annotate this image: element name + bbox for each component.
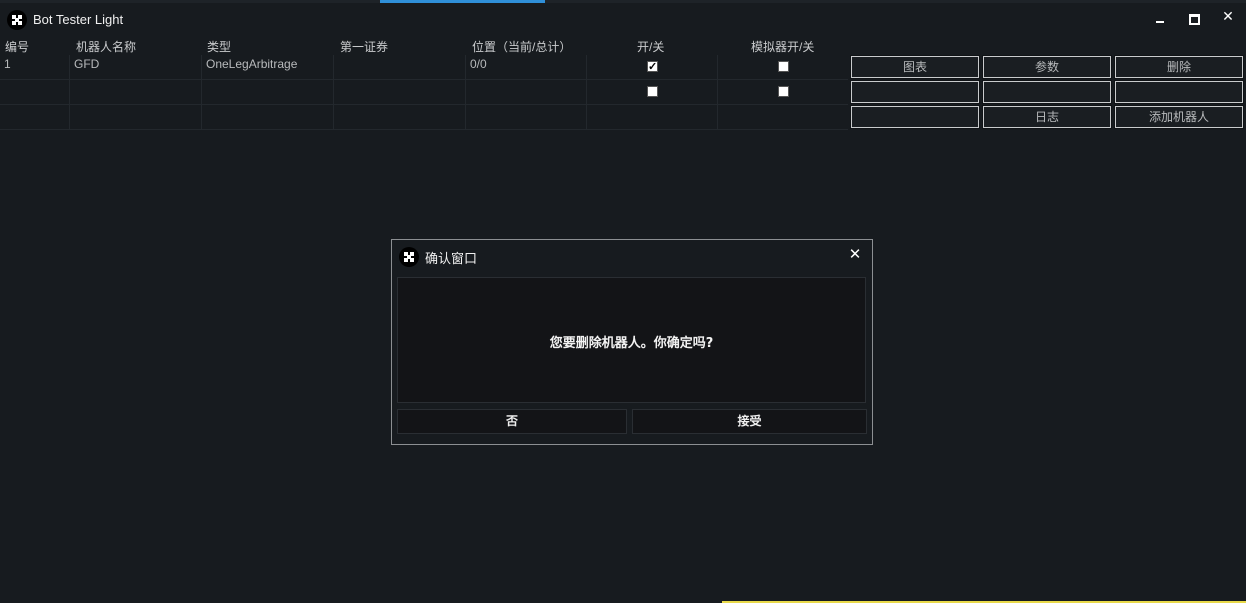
confirm-dialog[interactable]: 确认窗口 ✕ 您要删除机器人。你确定吗? 否 接受 bbox=[391, 239, 873, 445]
no-button[interactable]: 否 bbox=[397, 409, 627, 434]
on-off-checkbox[interactable] bbox=[647, 58, 658, 77]
blank-button[interactable] bbox=[850, 105, 980, 129]
cell-type: OneLegArbitrage bbox=[202, 55, 334, 79]
chart-button[interactable]: 图表 bbox=[850, 55, 980, 79]
window-titlebar[interactable]: Bot Tester Light ✕ bbox=[0, 3, 1246, 35]
minimize-button[interactable] bbox=[1148, 8, 1172, 30]
add-robot-button[interactable]: 添加机器人 bbox=[1114, 105, 1244, 129]
cell-sim-on-off bbox=[718, 55, 848, 79]
cell-name: GFD bbox=[70, 55, 202, 79]
cell-position bbox=[466, 105, 587, 129]
cell-on-off bbox=[587, 80, 718, 104]
dialog-message: 您要删除机器人。你确定吗? bbox=[549, 336, 714, 351]
app-logo-icon bbox=[7, 10, 27, 30]
cell-on-off bbox=[587, 55, 718, 79]
params-button[interactable]: 参数 bbox=[982, 55, 1112, 79]
cell-security bbox=[334, 55, 466, 79]
blank-button[interactable] bbox=[850, 80, 980, 104]
cell-type bbox=[202, 105, 334, 129]
accept-button[interactable]: 接受 bbox=[632, 409, 867, 434]
log-button[interactable]: 日志 bbox=[982, 105, 1112, 129]
delete-button[interactable]: 删除 bbox=[1114, 55, 1244, 79]
cell-name bbox=[70, 105, 202, 129]
cell-sim-on-off bbox=[718, 80, 848, 104]
col-header-name: 机器人名称 bbox=[76, 40, 137, 54]
table-row[interactable] bbox=[0, 105, 848, 130]
cell-on-off bbox=[587, 105, 718, 129]
col-header-id: 编号 bbox=[5, 40, 30, 54]
table-row[interactable]: 1 GFD OneLegArbitrage 0/0 bbox=[0, 55, 848, 80]
maximize-button[interactable] bbox=[1182, 8, 1206, 30]
cell-type bbox=[202, 80, 334, 104]
cell-name bbox=[70, 80, 202, 104]
cell-position: 0/0 bbox=[466, 55, 587, 79]
dialog-logo-icon bbox=[399, 247, 419, 267]
close-button[interactable]: ✕ bbox=[1216, 6, 1240, 28]
window-title: Bot Tester Light bbox=[33, 12, 124, 27]
minimize-icon bbox=[1156, 21, 1164, 23]
sim-on-off-checkbox[interactable] bbox=[778, 86, 789, 97]
maximize-icon bbox=[1189, 14, 1200, 25]
blank-button[interactable] bbox=[1114, 80, 1244, 104]
dialog-title: 确认窗口 bbox=[425, 252, 478, 267]
cell-id bbox=[0, 80, 70, 104]
blank-button[interactable] bbox=[982, 80, 1112, 104]
dialog-body: 您要删除机器人。你确定吗? bbox=[397, 277, 866, 403]
sim-on-off-checkbox[interactable] bbox=[778, 61, 789, 72]
table-row[interactable] bbox=[0, 80, 848, 105]
cell-sim-on-off bbox=[718, 105, 848, 129]
cell-id bbox=[0, 105, 70, 129]
col-header-type: 类型 bbox=[207, 40, 232, 54]
cell-id: 1 bbox=[0, 55, 70, 79]
col-header-sim-on-off: 模拟器开/关 bbox=[751, 40, 815, 54]
col-header-position: 位置（当前/总计） bbox=[472, 40, 572, 54]
col-header-security: 第一证券 bbox=[340, 40, 389, 54]
cell-security bbox=[334, 80, 466, 104]
dialog-close-button[interactable]: ✕ bbox=[844, 243, 866, 265]
on-off-checkbox[interactable] bbox=[647, 86, 658, 97]
col-header-on-off: 开/关 bbox=[637, 40, 665, 54]
cell-security bbox=[334, 105, 466, 129]
cell-position bbox=[466, 80, 587, 104]
